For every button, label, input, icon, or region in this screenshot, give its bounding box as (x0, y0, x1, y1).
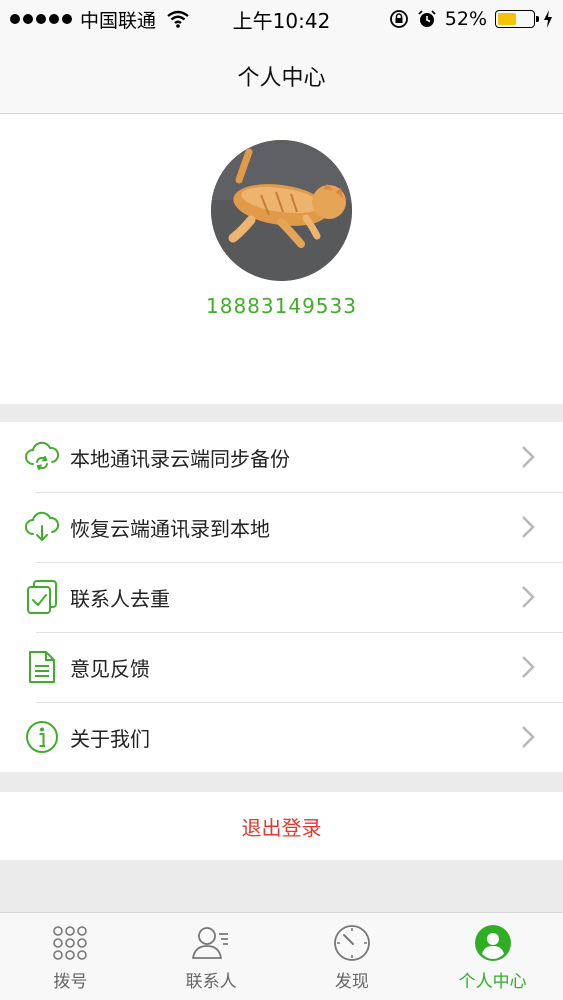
tab-label: 拨号 (53, 972, 88, 992)
tab-dialer[interactable]: 拨号 (0, 913, 141, 1000)
cat-photo (211, 140, 352, 281)
tab-label: 发现 (334, 972, 369, 992)
page-title: 个人中心 (237, 65, 326, 91)
tab-contacts[interactable]: 联系人 (141, 913, 282, 1000)
alarm-icon (418, 10, 436, 27)
menu-item-cloud-restore[interactable]: 恢复云端通讯录到本地 (0, 492, 563, 562)
profile-section: 18883149533 (0, 114, 563, 404)
menu-item-dedupe-contacts[interactable]: 联系人去重 (0, 562, 563, 632)
phone-number: 18883149533 (206, 294, 357, 318)
tab-discover[interactable]: 发现 (282, 913, 423, 1000)
charging-icon (544, 10, 552, 28)
avatar[interactable] (211, 140, 352, 281)
menu-item-label: 意见反馈 (70, 656, 150, 681)
menu-item-cloud-backup[interactable]: 本地通讯录云端同步备份 (0, 422, 563, 492)
carrier-label: 中国联通 (80, 9, 157, 32)
logout-label: 退出登录 (241, 815, 322, 840)
menu-item-label: 联系人去重 (70, 586, 170, 611)
dedupe-icon (24, 579, 60, 615)
profile-icon (473, 923, 513, 963)
document-icon (24, 649, 60, 685)
dialpad-icon (50, 923, 90, 963)
settings-menu: 本地通讯录云端同步备份 恢复云端通讯录到本地 联系人去重 意见反馈 关于我们 (0, 422, 563, 772)
tab-label: 个人中心 (458, 972, 527, 992)
cloud-sync-icon (24, 439, 60, 475)
rotation-lock-icon (389, 10, 408, 28)
logout-button[interactable]: 退出登录 (0, 792, 563, 860)
status-bar: 中国联通 上午10:42 52% (0, 0, 563, 38)
compass-icon (332, 923, 372, 963)
menu-item-label: 关于我们 (70, 726, 150, 751)
chevron-right-icon (522, 656, 535, 678)
battery-icon (495, 10, 539, 28)
tab-profile[interactable]: 个人中心 (422, 913, 563, 1000)
wifi-icon (167, 10, 189, 28)
navigation-bar: 个人中心 (0, 38, 563, 114)
chevron-right-icon (522, 516, 535, 538)
signal-strength-icon (10, 14, 72, 24)
info-icon (24, 719, 60, 755)
menu-item-label: 本地通讯录云端同步备份 (70, 446, 290, 471)
chevron-right-icon (522, 586, 535, 608)
tab-label: 联系人 (185, 972, 237, 992)
status-time: 上午10:42 (232, 8, 331, 33)
menu-item-label: 恢复云端通讯录到本地 (70, 516, 270, 541)
menu-item-about-us[interactable]: 关于我们 (0, 702, 563, 772)
tab-bar: 拨号 联系人 发现 个人中心 (0, 912, 563, 1000)
menu-item-feedback[interactable]: 意见反馈 (0, 632, 563, 702)
chevron-right-icon (522, 446, 535, 468)
cloud-download-icon (24, 509, 60, 545)
chevron-right-icon (522, 726, 535, 748)
contacts-icon (191, 923, 231, 963)
battery-percent: 52% (444, 8, 487, 30)
